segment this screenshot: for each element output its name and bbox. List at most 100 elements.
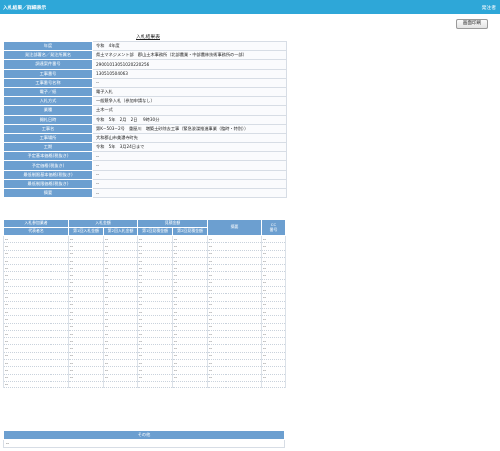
company-cell: -- — [3, 344, 69, 353]
second-negotiation-cell: -- — [172, 257, 208, 266]
table-row: -- -- -- -- -- -- -- — [3, 337, 286, 346]
second-bid-cell: -- — [103, 257, 138, 266]
info-row: 予定基本価格(税抜き) -- — [3, 151, 287, 162]
info-row: 最低制限基本価格(税抜き) -- — [3, 169, 287, 180]
second-negotiation-cell: -- — [172, 330, 208, 339]
second-negotiation-cell: -- — [172, 374, 208, 382]
company-cell: -- — [3, 315, 69, 324]
company-cell: -- — [3, 337, 69, 346]
company-cell: -- — [3, 242, 69, 251]
section-title: 入札結果表 — [136, 35, 160, 40]
second-negotiation-cell: -- — [172, 315, 208, 324]
info-row: 摘要 -- — [3, 187, 287, 199]
first-bid-cell: -- — [68, 366, 104, 375]
info-value: 29001013051020220256 — [92, 59, 287, 70]
first-bid-header: 第1回入札金額 — [68, 227, 104, 236]
first-bid-cell: -- — [68, 271, 104, 280]
cc-number-cell: -- — [261, 264, 286, 273]
table-row: -- -- -- -- -- -- -- — [3, 242, 286, 251]
info-row: 工事場所 大和郡山市美濃寺町先 — [3, 132, 287, 144]
remarks-header: 摘要 — [207, 219, 262, 236]
second-bid-cell: -- — [103, 271, 138, 280]
info-label: 最低制限価格(税抜き) — [3, 178, 93, 190]
info-label: 予定価格(税抜き) — [3, 160, 93, 171]
other-value: -- — [3, 439, 285, 448]
info-row: 調達案件番号 29001013051020220256 — [3, 59, 287, 70]
table-row: -- -- -- -- -- -- -- — [3, 235, 286, 244]
remarks-cell: -- — [207, 250, 262, 258]
info-row: 予定価格(税抜き) -- — [3, 160, 287, 171]
cc-number-cell: -- — [261, 366, 286, 375]
company-cell: -- — [3, 323, 69, 331]
cc-number-cell: -- — [261, 235, 286, 244]
second-bid-cell: -- — [103, 359, 138, 368]
first-negotiation-cell: -- — [137, 279, 173, 288]
remarks-cell: -- — [207, 352, 262, 361]
table-row: -- -- -- -- -- -- -- — [3, 359, 286, 368]
info-value: -- — [92, 77, 287, 88]
first-bid-cell: -- — [68, 250, 104, 258]
first-negotiation-cell: -- — [137, 315, 173, 324]
info-label: 摘要 — [3, 187, 93, 199]
negotiation-amount-header: 見積金額 — [137, 219, 208, 228]
remarks-cell: -- — [207, 257, 262, 266]
remarks-cell: -- — [207, 286, 262, 295]
info-label: 工事番号名称 — [3, 77, 93, 88]
info-value: 令和 4年度 — [92, 40, 287, 52]
company-cell: -- — [3, 301, 69, 309]
info-label: 発注部署名／発注所属名 — [3, 50, 93, 61]
second-bid-cell: -- — [103, 308, 138, 317]
table-row: -- -- -- -- -- -- -- — [3, 264, 286, 273]
second-negotiation-cell: -- — [172, 279, 208, 288]
first-negotiation-cell: -- — [137, 242, 173, 251]
info-value: 土木一式 — [92, 105, 287, 116]
info-value: 令和 5年 3月24日まで — [92, 142, 287, 153]
first-bid-cell: -- — [68, 359, 104, 368]
info-label: 年度 — [3, 40, 93, 52]
first-bid-cell: -- — [68, 279, 104, 288]
company-cell: -- — [3, 374, 69, 382]
table-row: -- -- -- -- -- -- -- — [3, 323, 286, 331]
info-value: -- — [92, 169, 287, 180]
table-row: -- — [3, 381, 286, 388]
second-negotiation-cell: -- — [172, 308, 208, 317]
second-negotiation-header: 第2回見積金額 — [172, 227, 208, 236]
second-bid-header: 第2回入札金額 — [103, 227, 138, 236]
second-negotiation-cell: -- — [172, 235, 208, 244]
second-negotiation-cell: -- — [172, 359, 208, 368]
company-cell: -- — [3, 257, 69, 266]
first-negotiation-cell: -- — [137, 337, 173, 346]
first-bid-cell — [68, 381, 104, 388]
cc-number-cell: -- — [261, 286, 286, 295]
bid-results-table: 入札参加業者 入札金額 見積金額 摘要 CC 番号 代表者名 第1回入札金額 第… — [3, 219, 286, 388]
company-cell: -- — [3, 286, 69, 295]
info-row: 電子／紙 電子入札 — [3, 86, 287, 98]
table-row: -- -- -- -- -- -- -- — [3, 315, 286, 324]
cc-number-cell: -- — [261, 323, 286, 331]
info-label: 業種 — [3, 105, 93, 116]
remarks-cell: -- — [207, 330, 262, 339]
table-row: -- -- -- -- -- -- -- — [3, 279, 286, 288]
second-bid-cell: -- — [103, 250, 138, 258]
first-negotiation-cell: -- — [137, 301, 173, 309]
first-negotiation-cell: -- — [137, 235, 173, 244]
company-cell: -- — [3, 330, 69, 339]
info-value: -- — [92, 178, 287, 190]
first-negotiation-cell: -- — [137, 286, 173, 295]
second-negotiation-cell: -- — [172, 242, 208, 251]
first-bid-cell: -- — [68, 374, 104, 382]
first-negotiation-header: 第1回見積金額 — [137, 227, 173, 236]
company-cell: -- — [3, 352, 69, 361]
cc-number-cell: -- — [261, 315, 286, 324]
table-row: -- -- -- -- -- -- -- — [3, 330, 286, 339]
print-screen-button[interactable]: 画面印刷 — [456, 19, 488, 29]
info-label: 開札日時 — [3, 114, 93, 125]
info-value: -- — [92, 151, 287, 162]
table-row: -- -- -- -- -- -- -- — [3, 286, 286, 295]
info-row: 工期 令和 5年 3月24日まで — [3, 142, 287, 153]
company-cell: -- — [3, 271, 69, 280]
info-value: -- — [92, 187, 287, 199]
remarks-cell: -- — [207, 293, 262, 302]
remarks-cell: -- — [207, 366, 262, 375]
first-bid-cell: -- — [68, 286, 104, 295]
